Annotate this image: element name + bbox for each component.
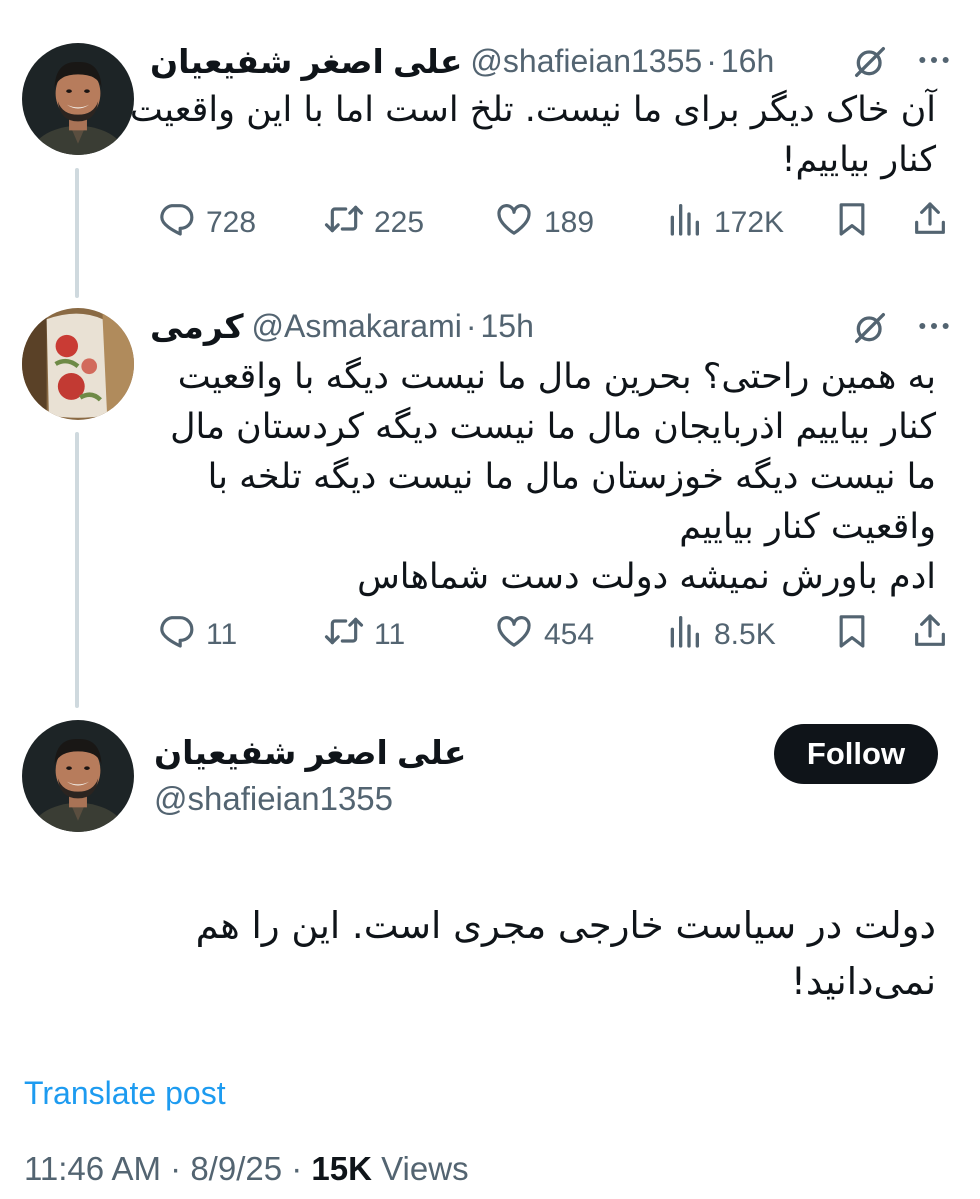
reply-button[interactable]: 728 <box>156 198 256 248</box>
separator: · <box>706 42 717 79</box>
like-count: 454 <box>544 618 595 651</box>
views-count: 8.5K <box>714 618 776 651</box>
views-icon <box>664 611 714 659</box>
bookmark-button[interactable] <box>832 198 882 248</box>
repost-count: 11 <box>374 618 406 651</box>
separator: · <box>291 1150 303 1187</box>
grok-icon[interactable] <box>850 42 890 82</box>
bookmark-icon <box>832 199 882 247</box>
like-button[interactable]: 189 <box>494 198 594 248</box>
display-name[interactable]: علی اصغر شفیعیان <box>150 42 462 81</box>
timestamp[interactable]: 15h <box>481 308 534 345</box>
thread-line <box>75 168 79 298</box>
share-button[interactable] <box>910 198 960 248</box>
timestamp[interactable]: 16h <box>721 43 774 80</box>
views-label: Views <box>381 1150 469 1187</box>
separator: · <box>465 307 477 344</box>
translate-post-link[interactable]: Translate post <box>24 1075 226 1112</box>
tweet-header: علی اصغر شفیعیان @shafieian1355 · 16h <box>150 38 808 84</box>
repost-count: 225 <box>374 206 425 239</box>
like-icon <box>494 199 544 247</box>
reply-icon <box>156 199 206 247</box>
grok-icon[interactable] <box>850 308 890 348</box>
user-handle[interactable]: @shafieian1355 <box>154 780 393 818</box>
reply-icon <box>156 611 206 659</box>
thread-line <box>75 432 79 708</box>
tweet-header: کرمی @Asmakarami · 15h <box>150 303 580 349</box>
share-button[interactable] <box>910 610 960 660</box>
more-icon[interactable] <box>914 306 954 346</box>
avatar[interactable] <box>22 720 134 832</box>
share-icon <box>910 199 960 247</box>
post-time[interactable]: 11:46 AM <box>24 1150 161 1187</box>
reply-button[interactable]: 11 <box>156 610 237 660</box>
repost-button[interactable]: 225 <box>324 198 424 248</box>
repost-icon <box>324 611 374 659</box>
repost-icon <box>324 199 374 247</box>
display-name[interactable]: علی اصغر شفیعیان <box>154 733 466 772</box>
action-bar: 11 11 454 8.5K <box>150 610 952 660</box>
separator: · <box>170 1150 182 1187</box>
like-button[interactable]: 454 <box>494 610 594 660</box>
post-text: دولت در سیاست خارجی مجری است. این را هم … <box>195 904 936 1003</box>
tweet-text: به همین راحتی؟ بحرین مال ما نیست دیگه با… <box>170 357 936 597</box>
tweet-text: آن خاک دیگر برای ما نیست. تلخ است اما با… <box>129 90 936 180</box>
action-bar: 728 225 189 172K <box>150 198 952 248</box>
like-count: 189 <box>544 206 595 239</box>
more-icon[interactable] <box>914 40 954 80</box>
follow-button[interactable]: Follow <box>774 724 938 784</box>
display-name[interactable]: کرمی <box>150 307 244 346</box>
repost-button[interactable]: 11 <box>324 610 405 660</box>
avatar[interactable] <box>22 43 134 155</box>
share-icon <box>910 611 960 659</box>
views-button[interactable]: 172K <box>664 198 784 248</box>
reply-count: 728 <box>206 206 257 239</box>
views-icon <box>664 199 714 247</box>
views-button[interactable]: 8.5K <box>664 610 776 660</box>
reply-count: 11 <box>206 618 238 651</box>
like-icon <box>494 611 544 659</box>
post-date[interactable]: 8/9/25 <box>190 1150 282 1187</box>
bookmark-button[interactable] <box>832 610 882 660</box>
post-meta: 11:46 AM · 8/9/25 · 15K Views <box>24 1150 469 1188</box>
views-count[interactable]: 15K <box>311 1150 372 1187</box>
views-count: 172K <box>714 206 785 239</box>
avatar[interactable] <box>22 308 134 420</box>
user-handle[interactable]: @Asmakarami <box>252 308 462 345</box>
user-handle[interactable]: @shafieian1355 <box>470 43 702 80</box>
bookmark-icon <box>832 611 882 659</box>
